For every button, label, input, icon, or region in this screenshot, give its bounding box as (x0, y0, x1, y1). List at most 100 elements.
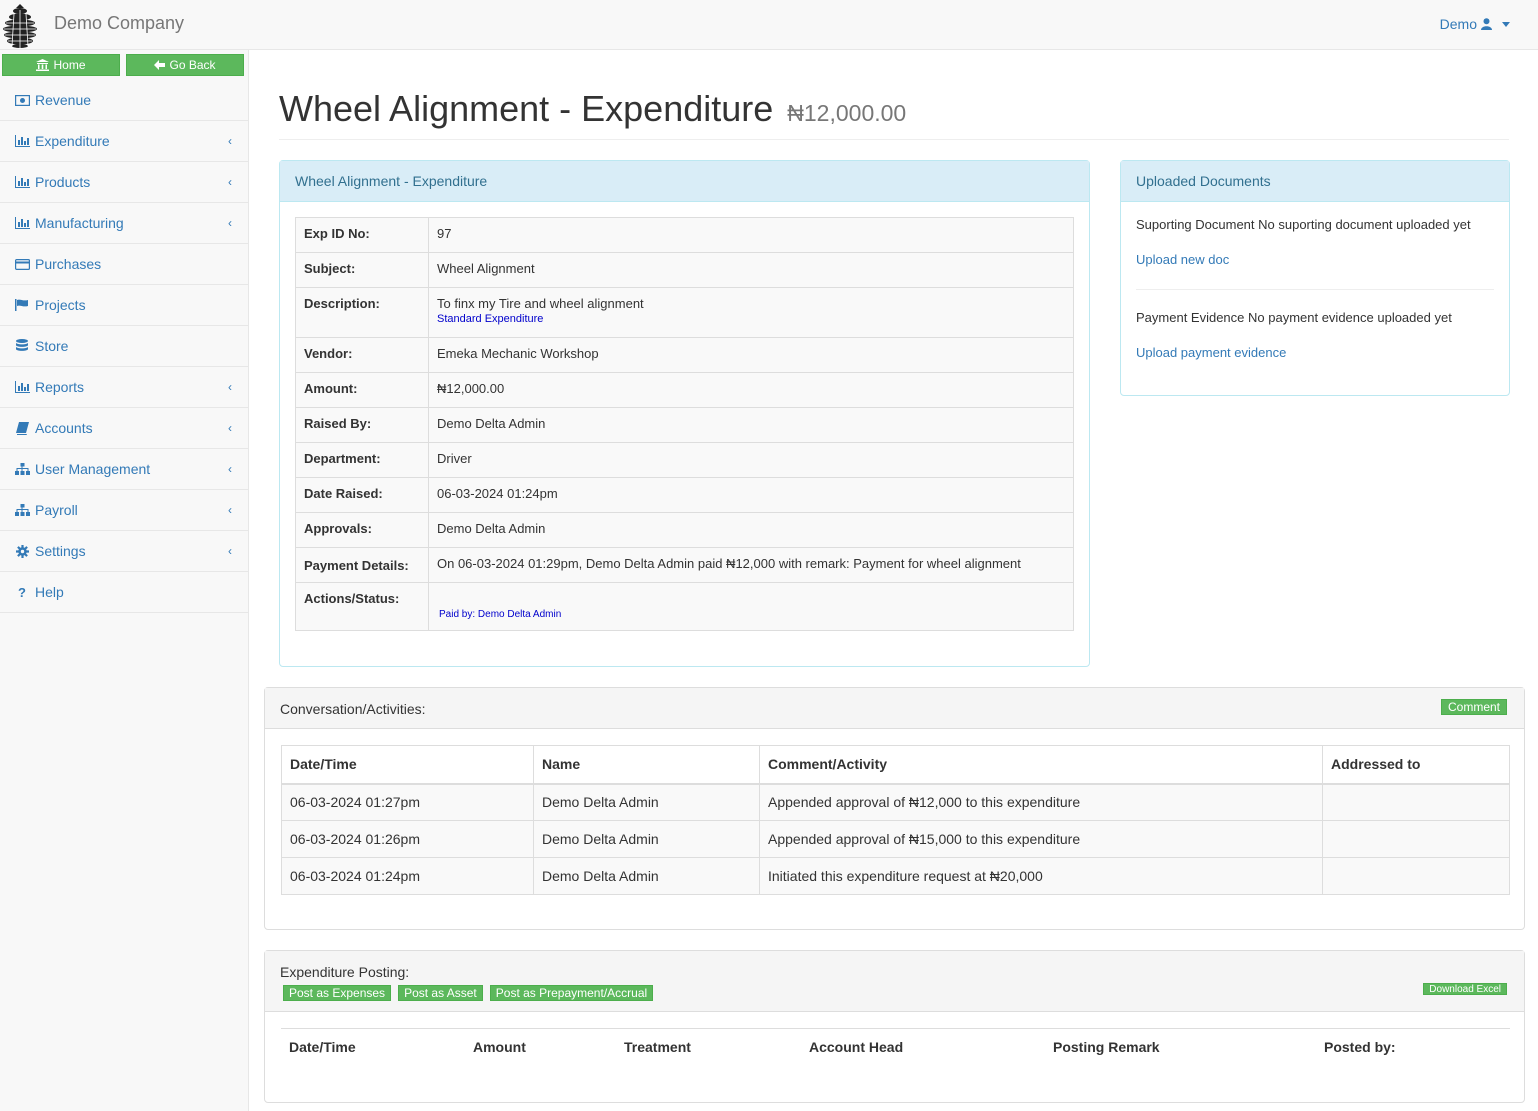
sidebar-item-projects[interactable]: Projects (0, 285, 248, 326)
sidebar-item-label: Manufacturing (35, 215, 124, 231)
posting-panel-heading: Expenditure Posting: Post as Expenses Po… (265, 951, 1524, 1012)
post-as-asset-button[interactable]: Post as Asset (398, 985, 483, 1001)
sidebar-item-revenue[interactable]: Revenue (0, 80, 248, 121)
detail-value: ₦12,000.00 (428, 372, 1074, 408)
details-panel-heading: Wheel Alignment - Expenditure (280, 161, 1089, 202)
column-header: Date/Time (281, 745, 534, 785)
table-cell (1322, 783, 1510, 821)
sidebar-item-label: Products (35, 174, 91, 190)
column-header: Posted by: (1316, 1028, 1510, 1066)
bar-chart-icon (14, 216, 30, 230)
chevron-left-icon: ‹ (228, 134, 232, 148)
post-as-prepayment-button[interactable]: Post as Prepayment/Accrual (489, 985, 654, 1001)
chevron-left-icon: ‹ (228, 544, 232, 558)
database-icon (14, 339, 30, 353)
title-divider (279, 139, 1509, 140)
top-navbar: Demo Company Demo (0, 0, 1538, 50)
sidebar-item-label: Store (35, 338, 69, 354)
table-row: Department: Driver (295, 442, 1074, 478)
chevron-left-icon: ‹ (228, 462, 232, 476)
post-as-expenses-button[interactable]: Post as Expenses (283, 985, 392, 1001)
credit-card-icon (14, 257, 30, 271)
bar-chart-icon (14, 175, 30, 189)
conversation-title: Conversation/Activities: (280, 701, 426, 717)
pinecone-logo-icon[interactable] (0, 2, 40, 48)
details-table: Exp ID No: 97 Subject: Wheel Alignment D… (295, 217, 1074, 631)
sidebar-item-products[interactable]: Products ‹ (0, 162, 248, 203)
sidebar-item-label: Purchases (35, 256, 102, 272)
sidebar-item-label: Revenue (35, 92, 92, 108)
supporting-document-text: Suporting Document No suporting document… (1136, 217, 1471, 232)
detail-key: Date Raised: (295, 477, 429, 513)
conversation-table: Date/Time Name Comment/Activity Addresse… (281, 745, 1510, 895)
sidebar-item-settings[interactable]: Settings ‹ (0, 531, 248, 572)
go-back-button-label: Go Back (169, 58, 216, 72)
detail-value: 06-03-2024 01:24pm (428, 477, 1074, 513)
sidebar-item-manufacturing[interactable]: Manufacturing ‹ (0, 203, 248, 244)
detail-value: Wheel Alignment (428, 252, 1074, 288)
detail-key: Amount: (295, 372, 429, 408)
user-menu[interactable]: Demo (1440, 16, 1510, 32)
gear-icon (14, 544, 30, 558)
table-row: Raised By: Demo Delta Admin (295, 407, 1074, 443)
chevron-left-icon: ‹ (228, 380, 232, 394)
expenditure-details-panel: Wheel Alignment - Expenditure Exp ID No:… (279, 160, 1090, 667)
sidebar-item-label: Accounts (35, 420, 93, 436)
detail-value-cell: Paid by: Demo Delta Admin (428, 582, 1074, 631)
go-back-button[interactable]: Go Back (126, 54, 244, 76)
conversation-panel-heading: Conversation/Activities: Comment (265, 688, 1524, 729)
sidebar: Home Go Back Revenue Expenditure ‹ Produ… (0, 50, 249, 1111)
paid-by-label: Paid by: Demo Delta Admin (439, 609, 562, 620)
detail-key: Description: (295, 287, 429, 338)
column-header: Addressed to (1322, 745, 1510, 785)
sitemap-icon (14, 503, 30, 517)
table-row: 06-03-2024 01:24pm Demo Delta Admin Init… (281, 857, 1510, 895)
sidebar-item-user-management[interactable]: User Management ‹ (0, 449, 248, 490)
sidebar-item-reports[interactable]: Reports ‹ (0, 367, 248, 408)
table-cell: Initiated this expenditure request at ₦2… (759, 857, 1323, 895)
table-row: Actions/Status: Paid by: Demo Delta Admi… (295, 582, 1074, 631)
sidebar-item-expenditure[interactable]: Expenditure ‹ (0, 121, 248, 162)
chevron-left-icon: ‹ (228, 175, 232, 189)
chevron-left-icon: ‹ (228, 421, 232, 435)
upload-payment-evidence-link[interactable]: Upload payment evidence (1136, 345, 1494, 360)
detail-key: Department: (295, 442, 429, 478)
table-header-row: Date/Time Amount Treatment Account Head … (281, 1028, 1510, 1066)
sidebar-item-label: Help (35, 584, 64, 600)
table-cell: Demo Delta Admin (533, 857, 760, 895)
download-excel-button[interactable]: Download Excel (1423, 983, 1507, 995)
brand-name[interactable]: Demo Company (54, 13, 184, 34)
upload-new-doc-link[interactable]: Upload new doc (1136, 252, 1494, 267)
sidebar-item-help[interactable]: ? Help (0, 572, 248, 613)
home-button-label: Home (53, 58, 86, 72)
bar-chart-icon (14, 134, 30, 148)
comment-button[interactable]: Comment (1441, 699, 1507, 715)
detail-value: To finx my Tire and wheel alignment (437, 296, 644, 311)
conversation-panel: Conversation/Activities: Comment Date/Ti… (264, 687, 1525, 930)
table-row: Exp ID No: 97 (295, 217, 1074, 253)
bank-icon (36, 59, 50, 71)
detail-key: Vendor: (295, 337, 429, 373)
table-row: 06-03-2024 01:26pm Demo Delta Admin Appe… (281, 820, 1510, 858)
detail-value: Emeka Mechanic Workshop (428, 337, 1074, 373)
detail-key: Exp ID No: (295, 217, 429, 253)
table-row: 06-03-2024 01:27pm Demo Delta Admin Appe… (281, 783, 1510, 821)
chevron-left-icon: ‹ (228, 216, 232, 230)
sidebar-item-store[interactable]: Store (0, 326, 248, 367)
table-cell: Demo Delta Admin (533, 820, 760, 858)
sidebar-item-accounts[interactable]: Accounts ‹ (0, 408, 248, 449)
detail-value-cell: To finx my Tire and wheel alignment Stan… (428, 287, 1074, 338)
table-row: Subject: Wheel Alignment (295, 252, 1074, 288)
user-name: Demo (1439, 16, 1477, 32)
documents-divider (1136, 289, 1494, 290)
home-button[interactable]: Home (2, 54, 120, 76)
sidebar-item-purchases[interactable]: Purchases (0, 244, 248, 285)
detail-key: Payment Details: (295, 547, 429, 583)
chevron-left-icon: ‹ (228, 503, 232, 517)
sidebar-item-payroll[interactable]: Payroll ‹ (0, 490, 248, 531)
table-cell: 06-03-2024 01:24pm (281, 857, 534, 895)
payment-evidence-text: Payment Evidence No payment evidence upl… (1136, 310, 1452, 325)
table-row: Amount: ₦12,000.00 (295, 372, 1074, 408)
detail-value: On 06-03-2024 01:29pm, Demo Delta Admin … (428, 547, 1074, 583)
flag-icon (14, 298, 30, 312)
